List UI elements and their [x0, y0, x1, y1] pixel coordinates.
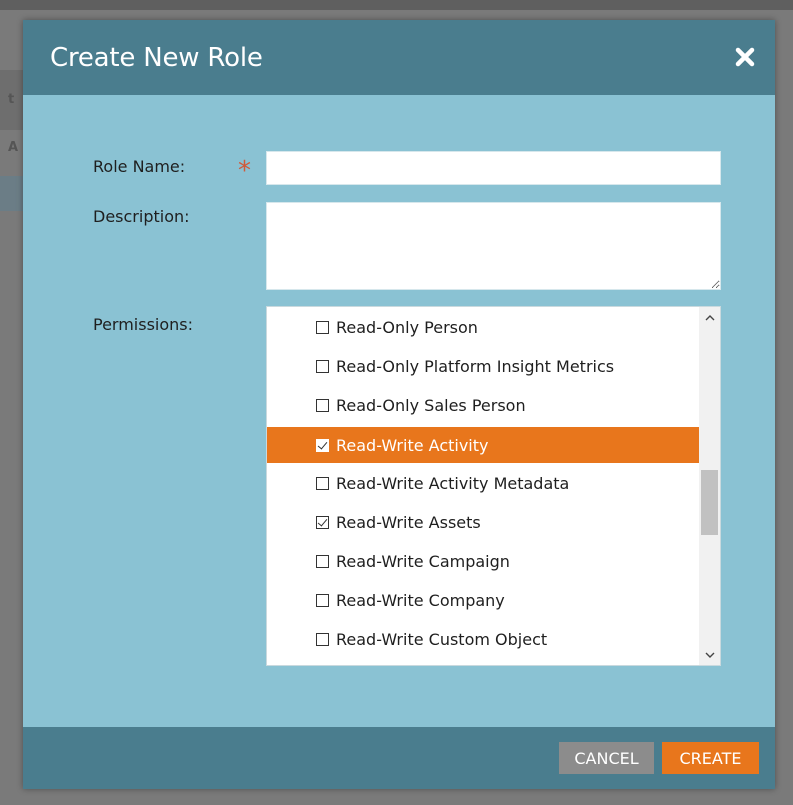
permission-item[interactable]: Read-Write Assets — [267, 505, 699, 540]
permission-label: Read-Write Activity Metadata — [336, 474, 570, 493]
background-top-bar — [0, 0, 793, 10]
dialog-footer: CANCEL CREATE — [23, 727, 775, 789]
permission-item[interactable]: Read-Write Company — [267, 583, 699, 618]
scroll-down-button[interactable] — [699, 645, 720, 665]
role-name-input[interactable] — [266, 151, 721, 185]
permissions-label: Permissions: — [93, 315, 194, 334]
permission-checkbox[interactable] — [316, 399, 329, 412]
permissions-scrollbar[interactable] — [699, 307, 720, 665]
permission-label: Read-Write Company — [336, 591, 505, 610]
permission-item[interactable]: Read-Write Campaign — [267, 544, 699, 579]
permission-checkbox[interactable] — [316, 438, 329, 452]
permission-item[interactable]: Read-Write Activity — [267, 427, 699, 463]
create-role-dialog: Create New Role Role Name: * Description… — [23, 20, 775, 789]
permission-label: Read-Only Sales Person — [336, 396, 526, 415]
scroll-up-button[interactable] — [699, 307, 720, 327]
permission-item[interactable]: Read-Only Sales Person — [267, 388, 699, 423]
permissions-list[interactable]: Read-Only Person Read-Only Platform Insig… — [266, 306, 721, 666]
background-letter: t — [8, 92, 15, 107]
chevron-down-icon — [705, 652, 714, 658]
description-textarea[interactable] — [266, 202, 721, 290]
permission-label: Read-Write Assets — [336, 513, 481, 532]
close-button[interactable] — [733, 45, 757, 69]
permission-item[interactable]: Read-Only Platform Insight Metrics — [267, 349, 699, 384]
permission-label: Read-Write Activity — [336, 435, 489, 455]
scroll-thumb[interactable] — [701, 470, 718, 535]
permission-checkbox[interactable] — [316, 360, 329, 373]
permission-checkbox[interactable] — [316, 594, 329, 607]
background-left-strip — [0, 176, 24, 211]
permission-checkbox[interactable] — [316, 516, 329, 529]
cancel-button[interactable]: CANCEL — [559, 742, 654, 774]
permission-checkbox[interactable] — [316, 555, 329, 568]
permission-item[interactable]: Read-Only Person — [267, 310, 699, 345]
close-icon — [735, 47, 755, 67]
permission-label: Read-Write Campaign — [336, 552, 510, 571]
permission-checkbox[interactable] — [316, 633, 329, 646]
required-marker: * — [238, 156, 251, 186]
role-name-label: Role Name: — [93, 157, 186, 176]
dialog-header: Create New Role — [23, 20, 775, 95]
background-letter: A — [8, 140, 19, 155]
permission-checkbox[interactable] — [316, 321, 329, 334]
permission-checkbox[interactable] — [316, 477, 329, 490]
permission-label: Read-Write Custom Object — [336, 630, 548, 649]
description-label: Description: — [93, 207, 190, 226]
permission-label: Read-Only Platform Insight Metrics — [336, 357, 615, 376]
permission-label: Read-Only Person — [336, 318, 478, 337]
dialog-title: Create New Role — [50, 43, 263, 73]
permission-item[interactable]: Read-Write Activity Metadata — [267, 466, 699, 501]
permission-item[interactable]: Read-Write Custom Object — [267, 622, 699, 657]
chevron-up-icon — [705, 314, 714, 320]
create-button[interactable]: CREATE — [662, 742, 759, 774]
